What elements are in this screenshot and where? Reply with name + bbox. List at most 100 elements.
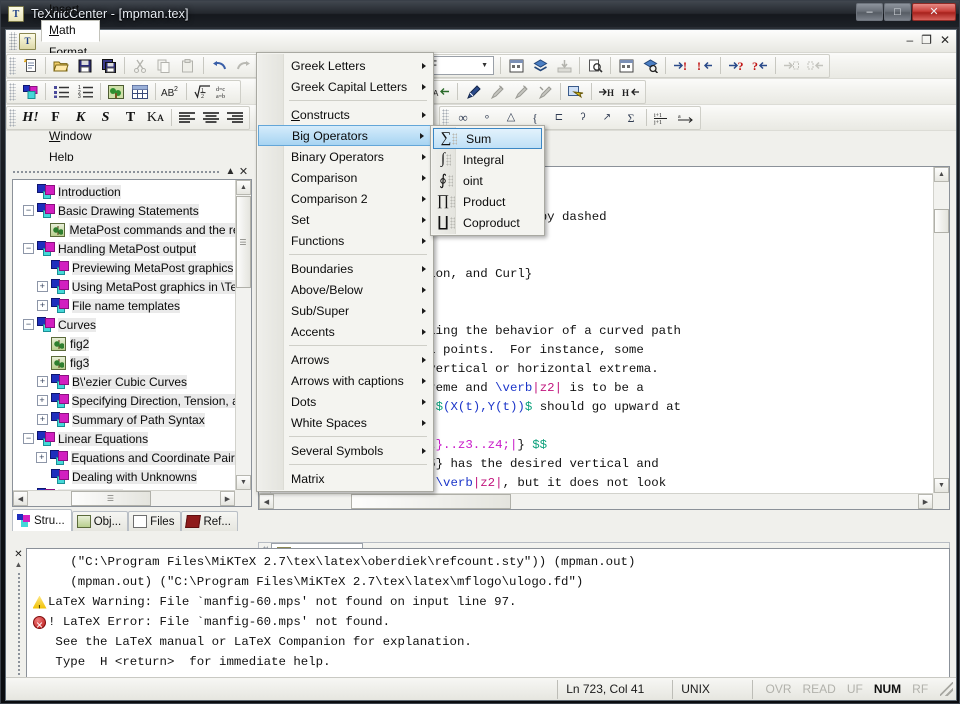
tree-item[interactable]: MetaPost commands and the re <box>13 220 235 239</box>
expand-icon[interactable]: + <box>37 414 48 425</box>
collapse-icon[interactable]: − <box>23 319 34 330</box>
output-close-button[interactable]: ✕ <box>14 549 22 560</box>
menu-item-binary-operators[interactable]: Binary Operators <box>257 146 433 167</box>
next-error-icon[interactable]: ! <box>670 55 692 76</box>
output-line[interactable]: See the LaTeX manual or LaTeX Companion … <box>31 632 945 652</box>
expand-icon[interactable]: + <box>37 300 48 311</box>
menu-item-sub-super[interactable]: Sub/Super <box>257 300 433 321</box>
expand-icon[interactable]: + <box>37 376 48 387</box>
paste-icon[interactable] <box>177 55 199 76</box>
menu-item-boundaries[interactable]: Boundaries <box>257 258 433 279</box>
tree-item[interactable]: −Basic Drawing Statements <box>13 201 235 220</box>
tree-item[interactable]: fig2 <box>13 334 235 353</box>
maximize-button[interactable]: □ <box>884 3 911 21</box>
submenu-item-oint[interactable]: ∮oint <box>431 170 544 191</box>
heading-icon[interactable]: H! <box>19 108 42 128</box>
build-and-view-icon[interactable] <box>615 55 637 76</box>
menu-item-functions[interactable]: Functions <box>257 230 433 251</box>
next-heading-icon[interactable]: H <box>596 81 618 102</box>
output-line[interactable]: ! LaTeX Error: File `manfig-60.mps' not … <box>31 612 945 632</box>
tree-hscroll-thumb[interactable]: ☰ <box>71 491 151 506</box>
menu-item-comparison-2[interactable]: Comparison 2 <box>257 188 433 209</box>
panel-tab-ref[interactable]: Ref... <box>181 511 237 531</box>
toolbar-grip[interactable] <box>9 83 16 101</box>
output-line[interactable]: ("C:\Program Files\MiKTeX 2.7\tex\latex\… <box>31 552 945 572</box>
build-stop-icon[interactable] <box>553 55 575 76</box>
new-document-icon[interactable] <box>19 55 41 76</box>
resize-grip-icon[interactable] <box>940 682 953 696</box>
minimize-button[interactable]: – <box>856 3 883 21</box>
submenu-item-sum[interactable]: ∑Sum <box>433 128 542 149</box>
menu-item-arrows-with-captions[interactable]: Arrows with captions <box>257 370 433 391</box>
panel-close-button[interactable]: ✕ <box>237 167 250 177</box>
menu-item-above-below[interactable]: Above/Below <box>257 279 433 300</box>
accent-icon[interactable]: ʔ <box>572 107 594 128</box>
scroll-left-icon[interactable]: ◀ <box>259 494 274 509</box>
slanted-icon[interactable]: S <box>94 108 117 128</box>
tree-item[interactable]: −Curves <box>13 315 235 334</box>
scroll-down-icon[interactable]: ▼ <box>934 478 949 493</box>
view-output-icon[interactable] <box>584 55 606 76</box>
expand-icon[interactable]: + <box>36 452 47 463</box>
menu-item-several-symbols[interactable]: Several Symbols <box>257 440 433 461</box>
menu-item-greek-letters[interactable]: Greek Letters <box>257 55 433 76</box>
scroll-left-icon[interactable]: ◀ <box>13 491 28 506</box>
sigma-icon[interactable]: Σ <box>620 107 642 128</box>
arrow-sym-icon[interactable]: ↗ <box>596 107 618 128</box>
output-line[interactable]: Type H <return> for immediate help. <box>31 652 945 672</box>
tree-item[interactable]: +Equations and Coordinate Pairs <box>13 448 235 467</box>
menu-item-dots[interactable]: Dots <box>257 391 433 412</box>
scroll-right-icon[interactable]: ▶ <box>918 494 933 509</box>
open-folder-icon[interactable] <box>50 55 72 76</box>
menu-item-arrows[interactable]: Arrows <box>257 349 433 370</box>
bookmark-clear-icon[interactable] <box>534 81 556 102</box>
structure-icon[interactable] <box>19 81 41 102</box>
scroll-down-icon[interactable]: ▼ <box>236 475 251 490</box>
copy-icon[interactable] <box>153 55 175 76</box>
menu-item-accents[interactable]: Accents <box>257 321 433 342</box>
tree-item[interactable]: +Summary of Path Syntax <box>13 410 235 429</box>
expand-icon[interactable]: + <box>37 395 48 406</box>
save-all-icon[interactable] <box>98 55 120 76</box>
spellcheck-icon[interactable]: A <box>431 81 453 102</box>
superscript-icon[interactable]: AB2 <box>160 81 182 102</box>
next-bad-box-icon[interactable] <box>780 55 802 76</box>
tree-item[interactable]: −Handling MetaPost output <box>13 239 235 258</box>
mdi-close-icon[interactable]: ✕ <box>940 33 950 47</box>
numbered-list-icon[interactable]: 123 <box>74 81 96 102</box>
tree-item[interactable]: +File name templates <box>13 296 235 315</box>
tree-item[interactable]: +B\'ezier Cubic Curves <box>13 372 235 391</box>
goto-icon[interactable] <box>565 81 587 102</box>
align-center-icon[interactable] <box>200 107 222 128</box>
mdi-restore-icon[interactable]: ❐ <box>921 33 932 47</box>
construct-icon[interactable]: ⊏ <box>548 107 570 128</box>
build-icon[interactable] <box>505 55 527 76</box>
bullet-list-icon[interactable] <box>50 81 72 102</box>
submenu-item-integral[interactable]: ∫Integral <box>431 149 544 170</box>
arrow-label-icon[interactable]: a <box>675 107 697 128</box>
next-warning-icon[interactable]: ? <box>725 55 747 76</box>
output-line[interactable]: LaTeX Warning: File `manfig-60.mps' not … <box>31 592 945 612</box>
menubar-grip[interactable] <box>9 32 17 50</box>
collapse-icon[interactable]: − <box>23 205 34 216</box>
toolbar-grip[interactable] <box>9 109 16 127</box>
submenu-item-product[interactable]: ∏Product <box>431 191 544 212</box>
cut-icon[interactable] <box>129 55 151 76</box>
bookmark-next-icon[interactable] <box>486 81 508 102</box>
prev-error-icon[interactable]: ! <box>694 55 716 76</box>
editor-vertical-scrollbar[interactable]: ▲ ▼ <box>933 167 949 493</box>
editor-hscroll-thumb[interactable] <box>351 494 511 509</box>
align-right-icon[interactable] <box>224 107 246 128</box>
menu-item-comparison[interactable]: Comparison <box>257 167 433 188</box>
prev-warning-icon[interactable]: ? <box>749 55 771 76</box>
bold-icon[interactable]: F <box>44 108 67 128</box>
tree-item[interactable]: +Specifying Direction, Tension, a <box>13 391 235 410</box>
scroll-right-icon[interactable]: ▶ <box>220 491 235 506</box>
tree-horizontal-scrollbar[interactable]: ◀ ☰ ▶ <box>13 490 235 506</box>
expand-icon[interactable]: + <box>37 281 48 292</box>
fraction-icon[interactable]: 12 <box>191 81 213 102</box>
output-line[interactable]: (mpman.out) ("C:\Program Files\MiKTeX 2.… <box>31 572 945 592</box>
tree-item[interactable]: Dealing with Unknowns <box>13 467 235 486</box>
smallcaps-icon[interactable]: Kᴀ <box>144 108 167 128</box>
menu-item-constructs[interactable]: Constructs <box>257 104 433 125</box>
